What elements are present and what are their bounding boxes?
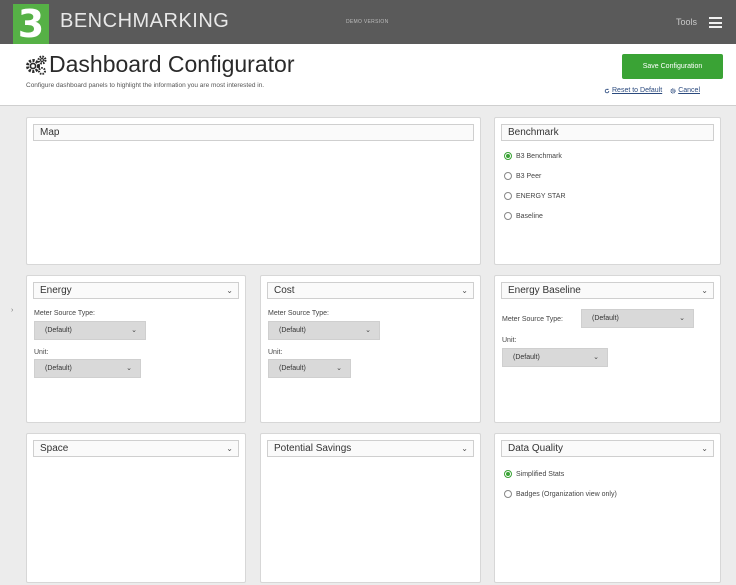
radio-button[interactable] (504, 470, 512, 478)
chevron-down-icon: ⌄ (131, 327, 137, 334)
meter-source-dropdown[interactable]: (Default) ⌄ (268, 321, 380, 340)
chevron-down-icon: ⌄ (226, 444, 233, 453)
benchmark-option-b3-benchmark[interactable]: B3 Benchmark (504, 152, 562, 160)
meter-source-dropdown[interactable]: (Default) ⌄ (581, 309, 694, 328)
chevron-down-icon: ⌄ (461, 444, 468, 453)
refresh-icon (604, 88, 610, 93)
potential-savings-panel: Potential Savings ⌄ (260, 433, 481, 583)
chevron-down-icon: ⌄ (365, 327, 371, 334)
chevron-right-icon[interactable]: › (11, 307, 13, 314)
chevron-down-icon: ⌄ (593, 354, 599, 361)
meter-source-label: Meter Source Type: (502, 316, 563, 323)
map-panel-title: Map (33, 124, 474, 141)
reset-to-default-label: Reset to Default (612, 87, 663, 94)
demo-version-label: DEMO VERSION (346, 19, 389, 25)
brand-name: BENCHMARKING (60, 10, 230, 32)
radio-button[interactable] (504, 172, 512, 180)
meter-source-dropdown[interactable]: (Default) ⌄ (34, 321, 146, 340)
page-subtitle: Configure dashboard panels to highlight … (26, 82, 265, 89)
radio-button[interactable] (504, 192, 512, 200)
unit-label: Unit: (34, 349, 49, 356)
meter-source-label: Meter Source Type: (34, 310, 95, 317)
top-bar: 3 BENCHMARKING DEMO VERSION Tools (0, 0, 736, 44)
app-logo[interactable]: 3 (13, 4, 49, 44)
benchmark-option-baseline[interactable]: Baseline (504, 212, 543, 220)
page-title: Dashboard Configurator (49, 51, 295, 77)
energy-panel-select[interactable]: Energy ⌄ (33, 282, 239, 299)
chevron-down-icon: ⌄ (701, 286, 708, 295)
energy-baseline-panel-select[interactable]: Energy Baseline ⌄ (501, 282, 714, 299)
energy-panel: Energy ⌄ Meter Source Type: (Default) ⌄ … (26, 275, 246, 423)
meter-source-label: Meter Source Type: (268, 310, 329, 317)
radio-button[interactable] (504, 152, 512, 160)
unit-dropdown[interactable]: (Default) ⌄ (268, 359, 351, 378)
chevron-down-icon: ⌄ (701, 444, 708, 453)
radio-button[interactable] (504, 212, 512, 220)
tools-label[interactable]: Tools (676, 17, 697, 27)
reset-to-default-link[interactable]: Reset to Default (604, 87, 662, 94)
data-quality-panel: Data Quality ⌄ Simplified Stats Badges (… (494, 433, 721, 583)
radio-button[interactable] (504, 490, 512, 498)
potential-savings-panel-select[interactable]: Potential Savings ⌄ (267, 440, 474, 457)
space-panel-select[interactable]: Space ⌄ (33, 440, 239, 457)
chevron-down-icon: ⌄ (679, 315, 685, 322)
cost-panel: Cost ⌄ Meter Source Type: (Default) ⌄ Un… (260, 275, 481, 423)
page-header: Dashboard Configurator Configure dashboa… (0, 44, 736, 106)
unit-dropdown[interactable]: (Default) ⌄ (34, 359, 141, 378)
chevron-down-icon: ⌄ (336, 365, 342, 372)
benchmark-panel-title: Benchmark (501, 124, 714, 141)
unit-label: Unit: (502, 337, 517, 344)
hamburger-icon[interactable] (709, 17, 722, 28)
space-panel: Space ⌄ (26, 433, 246, 583)
benchmark-panel: Benchmark B3 Benchmark B3 Peer ENERGY ST… (494, 117, 721, 265)
benchmark-option-energy-star[interactable]: ENERGY STAR (504, 192, 566, 200)
unit-label: Unit: (268, 349, 283, 356)
cancel-link[interactable]: Cancel (670, 87, 700, 94)
chevron-down-icon: ⌄ (461, 286, 468, 295)
data-quality-panel-select[interactable]: Data Quality ⌄ (501, 440, 714, 457)
gears-icon (26, 55, 47, 75)
save-configuration-button[interactable]: Save Configuration (622, 54, 723, 79)
cost-panel-select[interactable]: Cost ⌄ (267, 282, 474, 299)
energy-baseline-panel: Energy Baseline ⌄ Meter Source Type: (De… (494, 275, 721, 423)
chevron-down-icon: ⌄ (126, 365, 132, 372)
data-quality-option-badges[interactable]: Badges (Organization view only) (504, 490, 617, 498)
cancel-label: Cancel (678, 87, 700, 94)
gear-icon (670, 87, 676, 94)
chevron-down-icon: ⌄ (226, 286, 233, 295)
header-links: Reset to Default Cancel (604, 87, 700, 94)
benchmark-option-b3-peer[interactable]: B3 Peer (504, 172, 541, 180)
unit-dropdown[interactable]: (Default) ⌄ (502, 348, 608, 367)
map-panel: Map (26, 117, 481, 265)
data-quality-option-simplified-stats[interactable]: Simplified Stats (504, 470, 564, 478)
